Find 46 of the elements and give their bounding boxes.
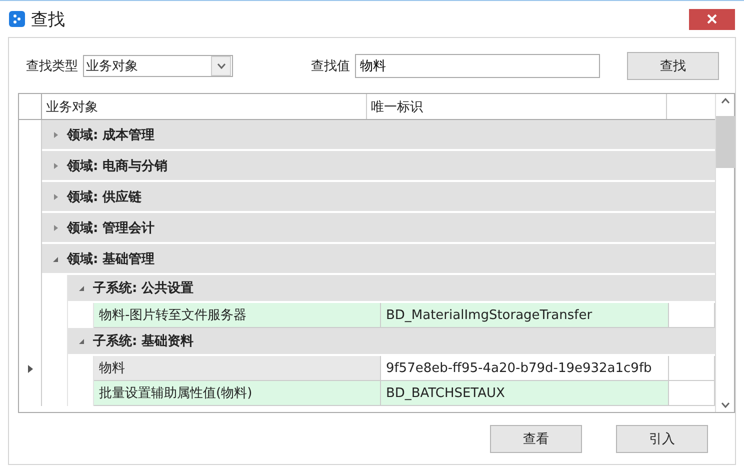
group-row[interactable]: 领域: 基础管理 — [42, 244, 715, 273]
scroll-down-icon — [720, 402, 730, 408]
dialog-button[interactable]: 引入 — [616, 424, 708, 452]
expand-triangle-icon[interactable] — [52, 162, 59, 170]
table-cell[interactable]: 9f57e8eb-ff95-4a20-b79d-19e932a1c9fb — [380, 356, 669, 381]
group-row[interactable]: 领域: 管理会计 — [42, 213, 715, 242]
close-icon — [707, 14, 717, 24]
group-row[interactable]: 领域: 电商与分销 — [42, 151, 715, 180]
group-label: 领域: 成本管理 — [67, 126, 155, 144]
row-indicator-icon — [28, 364, 32, 372]
group-label: 领域: 供应链 — [67, 188, 142, 206]
collapse-triangle-icon[interactable] — [52, 254, 59, 262]
expand-triangle-icon[interactable] — [52, 130, 59, 138]
app-icon — [9, 11, 25, 27]
group-label: 领域: 管理会计 — [67, 220, 155, 236]
group-row[interactable]: 领域: 供应链 — [42, 182, 715, 211]
group-row[interactable]: 领域: 成本管理 — [42, 120, 715, 149]
scroll-up-icon — [720, 98, 730, 104]
scroll-thumb[interactable] — [716, 116, 734, 168]
search-type-dropdown[interactable]: 业务对象 — [83, 54, 233, 76]
dialog-button[interactable]: 查看 — [490, 424, 582, 452]
table-cell[interactable]: BD_BATCHSETAUX — [380, 381, 669, 406]
table-cell[interactable]: 批量设置辅助属性值(物料) — [94, 381, 381, 406]
group-label: 领域: 基础管理 — [67, 250, 155, 268]
collapse-triangle-icon[interactable] — [78, 284, 85, 292]
chevron-down-icon — [216, 62, 226, 68]
collapse-triangle-icon[interactable] — [78, 337, 85, 345]
expand-triangle-icon[interactable] — [52, 192, 59, 200]
group-label: 领域: 电商与分销 — [67, 158, 168, 174]
table-cell[interactable]: 物料 — [94, 356, 381, 381]
group-row[interactable]: 子系统: 基础资料 — [68, 328, 715, 354]
table-cell[interactable]: BD_MaterialImgStorageTransfer — [380, 303, 669, 328]
vertical-scrollbar[interactable] — [715, 94, 734, 412]
column-header[interactable]: 业务对象 — [42, 94, 367, 119]
close-button[interactable] — [689, 8, 735, 30]
expand-triangle-icon[interactable] — [52, 224, 59, 232]
group-label: 子系统: 基础资料 — [93, 332, 194, 350]
find-button[interactable]: 查找 — [627, 52, 719, 80]
search-value-field[interactable]: 物料 — [355, 54, 600, 78]
search-value-label: 查找值 — [311, 58, 350, 74]
window-title: 查找 — [31, 8, 66, 30]
column-header[interactable]: 唯一标识 — [367, 94, 668, 119]
group-label: 子系统: 公共设置 — [93, 280, 194, 297]
search-type-label: 查找类型 — [26, 58, 78, 74]
group-row[interactable]: 子系统: 公共设置 — [68, 275, 715, 301]
table-cell[interactable]: 物料-图片转至文件服务器 — [94, 303, 381, 328]
